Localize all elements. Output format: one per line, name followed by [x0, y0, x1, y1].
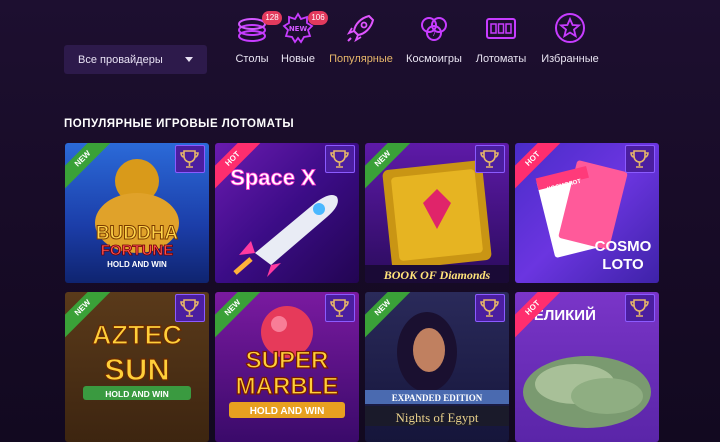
game-tile-space-x[interactable]: Space X HOT — [215, 143, 359, 283]
buddha-subtitle: HOLD AND WIN — [107, 260, 167, 269]
nav-slots-label: Лотоматы — [475, 53, 527, 65]
game-tile-buddha-fortune[interactable]: BUDDHA FORTUNE HOLD AND WIN NEW — [65, 143, 209, 283]
buddha-title-1: BUDDHA — [96, 223, 179, 244]
nav-popular[interactable]: Популярные — [324, 8, 398, 70]
lottery-balls-icon: 7 — [421, 17, 447, 41]
cosmo-title-1: COSMO — [595, 238, 652, 255]
marble-title-2: MARBLE — [236, 373, 339, 400]
cosmo-title-2: LOTO — [602, 256, 644, 273]
trophy-icon[interactable] — [175, 145, 205, 173]
game-tile-velikiy[interactable]: ВЕЛИКИЙ HOT — [515, 292, 659, 442]
trophy-icon[interactable] — [475, 145, 505, 173]
aztec-title-2: SUN — [104, 352, 169, 387]
provider-select-value: Все провайдеры — [78, 53, 163, 66]
buddha-title-2: FORTUNE — [101, 242, 174, 259]
aztec-title-1: AZTEC — [92, 320, 182, 350]
trophy-icon[interactable] — [325, 145, 355, 173]
egypt-title: Nights of Egypt — [395, 410, 478, 425]
trophy-icon[interactable] — [475, 294, 505, 322]
nav-cosmogames[interactable]: 7 Космоигры — [397, 8, 471, 70]
nav-popular-label: Популярные — [329, 53, 393, 65]
nav-slots[interactable]: Лотоматы — [464, 8, 538, 70]
game-tile-aztec-sun[interactable]: AZTEC SUN HOLD AND WIN NEW — [65, 292, 209, 442]
spacex-title: Space X — [230, 165, 316, 190]
chevron-down-icon — [185, 57, 193, 62]
marble-title-1: SUPER — [246, 347, 329, 374]
nav-cosmogames-label: Космоигры — [406, 53, 462, 65]
slot-machine-icon — [486, 18, 516, 39]
trophy-icon[interactable] — [625, 145, 655, 173]
provider-select[interactable]: Все провайдеры — [64, 45, 207, 74]
game-tile-book-of-diamonds[interactable]: BOOK OF Diamonds NEW — [365, 143, 509, 283]
svg-text:7: 7 — [432, 30, 436, 38]
aztec-subtitle: HOLD AND WIN — [105, 389, 168, 399]
star-icon — [555, 13, 585, 43]
nav-favorites-label: Избранные — [541, 53, 599, 65]
nav-favorites[interactable]: Избранные — [533, 8, 607, 70]
marble-subtitle: HOLD AND WIN — [250, 406, 325, 417]
game-tile-cosmo-loto[interactable]: КОСМОЛОТ COSMO LOTO HOT — [515, 143, 659, 283]
section-title: ПОПУЛЯРНЫЕ ИГРОВЫЕ ЛОТОМАТЫ — [64, 118, 295, 130]
svg-text:NEW: NEW — [289, 25, 308, 33]
game-tile-nights-of-egypt[interactable]: EXPANDED EDITION Nights of Egypt NEW — [365, 292, 509, 442]
game-tile-super-marble[interactable]: SUPER MARBLE HOLD AND WIN NEW — [215, 292, 359, 442]
trophy-icon[interactable] — [175, 294, 205, 322]
egypt-edition: EXPANDED EDITION — [392, 393, 483, 403]
trophy-icon[interactable] — [625, 294, 655, 322]
book-title: BOOK OF Diamonds — [383, 268, 491, 282]
rocket-icon — [346, 14, 375, 43]
trophy-icon[interactable] — [325, 294, 355, 322]
